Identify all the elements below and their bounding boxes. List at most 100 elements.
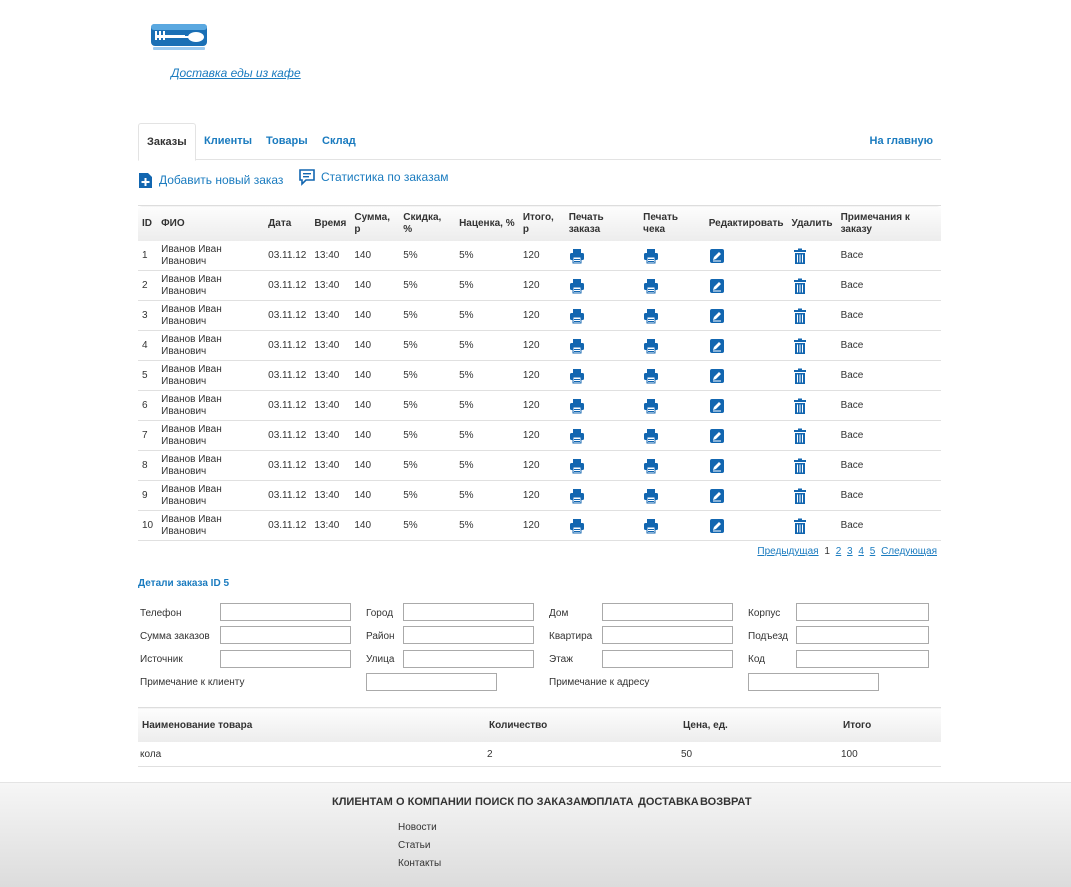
print-receipt-icon[interactable]: [643, 458, 659, 474]
tab-orders[interactable]: Заказы: [138, 123, 196, 161]
tab-warehouse[interactable]: Склад: [322, 123, 356, 159]
print-order-icon[interactable]: [569, 458, 585, 474]
print-order-icon[interactable]: [569, 428, 585, 444]
order-id: 9: [138, 480, 158, 511]
print-receipt-cell: [639, 241, 705, 271]
trash-icon[interactable]: [792, 428, 808, 444]
print-receipt-icon[interactable]: [643, 278, 659, 294]
pager-page-link[interactable]: 3: [847, 546, 853, 557]
order-sum: 140: [350, 330, 400, 361]
edit-icon[interactable]: [709, 428, 725, 444]
footer-nav-payment[interactable]: Оплата: [588, 796, 634, 808]
floor-field[interactable]: [602, 650, 733, 668]
pager-page-link[interactable]: 4: [858, 546, 864, 557]
footer-nav-return[interactable]: Возврат: [700, 796, 752, 808]
col-header: Удалить: [787, 205, 837, 241]
trash-icon[interactable]: [792, 398, 808, 414]
order-total: 120: [518, 390, 565, 421]
edit-cell: [704, 510, 788, 541]
phone-field[interactable]: [220, 603, 351, 621]
pager-page-link[interactable]: 2: [836, 546, 842, 557]
trash-icon[interactable]: [792, 338, 808, 354]
trash-icon[interactable]: [792, 488, 808, 504]
address-note-field[interactable]: [748, 673, 879, 691]
trash-cell: [787, 360, 837, 391]
house-label: Дом: [549, 608, 569, 619]
order-discount: 5%: [399, 390, 456, 421]
print-receipt-cell: [639, 360, 705, 391]
building-field[interactable]: [796, 603, 929, 621]
print-order-icon[interactable]: [569, 248, 585, 264]
trash-icon[interactable]: [792, 308, 808, 324]
pager-next-link[interactable]: Следующая: [881, 546, 937, 557]
print-receipt-icon[interactable]: [643, 368, 659, 384]
code-field[interactable]: [796, 650, 929, 668]
edit-icon[interactable]: [709, 458, 725, 474]
print-receipt-icon[interactable]: [643, 398, 659, 414]
items-header-row: Наименование товара Количество Цена, ед.…: [138, 707, 941, 742]
edit-icon[interactable]: [709, 518, 725, 534]
pager-page-link[interactable]: 5: [870, 546, 876, 557]
footer-link-contacts[interactable]: Контакты: [398, 858, 441, 869]
print-order-icon[interactable]: [569, 368, 585, 384]
footer-link-news[interactable]: Новости: [398, 822, 437, 833]
order-total: 120: [518, 480, 565, 511]
site-home-link[interactable]: Доставка еды из кафе: [171, 66, 301, 80]
print-order-icon[interactable]: [569, 518, 585, 534]
print-order-icon[interactable]: [569, 398, 585, 414]
print-receipt-icon[interactable]: [643, 428, 659, 444]
print-receipt-icon[interactable]: [643, 338, 659, 354]
print-order-icon[interactable]: [569, 488, 585, 504]
trash-icon[interactable]: [792, 458, 808, 474]
edit-icon[interactable]: [709, 398, 725, 414]
print-order-cell: [564, 390, 640, 421]
client-note-field[interactable]: [366, 673, 497, 691]
edit-icon[interactable]: [709, 248, 725, 264]
order-stats-button[interactable]: Статистика по заказам: [299, 167, 449, 187]
order-id: 1: [138, 241, 158, 271]
print-order-icon[interactable]: [569, 338, 585, 354]
edit-icon[interactable]: [709, 368, 725, 384]
footer-nav-delivery[interactable]: Доставка: [638, 796, 699, 808]
print-receipt-icon[interactable]: [643, 308, 659, 324]
entrance-field[interactable]: [796, 626, 929, 644]
print-receipt-icon[interactable]: [643, 518, 659, 534]
source-field[interactable]: [220, 650, 351, 668]
city-field[interactable]: [403, 603, 534, 621]
district-field[interactable]: [403, 626, 534, 644]
edit-icon[interactable]: [709, 488, 725, 504]
order-total: 120: [518, 330, 565, 361]
edit-icon[interactable]: [709, 278, 725, 294]
pager-current-page: 1: [824, 546, 830, 557]
print-order-cell: [564, 300, 640, 331]
trash-icon[interactable]: [792, 368, 808, 384]
footer-nav-clients[interactable]: Клиентам: [332, 796, 393, 808]
street-field[interactable]: [403, 650, 534, 668]
house-field[interactable]: [602, 603, 733, 621]
print-order-icon[interactable]: [569, 278, 585, 294]
edit-icon[interactable]: [709, 338, 725, 354]
apartment-field[interactable]: [602, 626, 733, 644]
tab-clients[interactable]: Клиенты: [204, 123, 252, 159]
print-receipt-icon[interactable]: [643, 488, 659, 504]
print-receipt-cell: [639, 300, 705, 331]
print-receipt-icon[interactable]: [643, 248, 659, 264]
table-row: 3 Иванов Иван Иванович 03.11.12 13:40 140 5% 5…: [138, 300, 941, 331]
col-header: Примечания к заказу: [836, 205, 941, 241]
table-row: 9 Иванов Иван Иванович 03.11.12 13:40 140 5% 5…: [138, 480, 941, 511]
home-link[interactable]: На главную: [870, 123, 933, 159]
order-client-name: Иванов Иван Иванович: [157, 510, 265, 541]
trash-icon[interactable]: [792, 518, 808, 534]
trash-icon[interactable]: [792, 248, 808, 264]
footer-nav-order-search[interactable]: Поиск по заказам: [475, 796, 590, 808]
orders-sum-field[interactable]: [220, 626, 351, 644]
footer-link-articles[interactable]: Статьи: [398, 840, 430, 851]
footer-nav-about[interactable]: О компании: [396, 796, 472, 808]
tab-products[interactable]: Товары: [266, 123, 308, 159]
edit-icon[interactable]: [709, 308, 725, 324]
add-order-button[interactable]: Добавить новый заказ: [138, 170, 283, 190]
pager-prev-link[interactable]: Предыдущая: [757, 546, 818, 557]
trash-icon[interactable]: [792, 278, 808, 294]
print-order-icon[interactable]: [569, 308, 585, 324]
order-details-title: Детали заказа ID 5: [138, 578, 230, 589]
